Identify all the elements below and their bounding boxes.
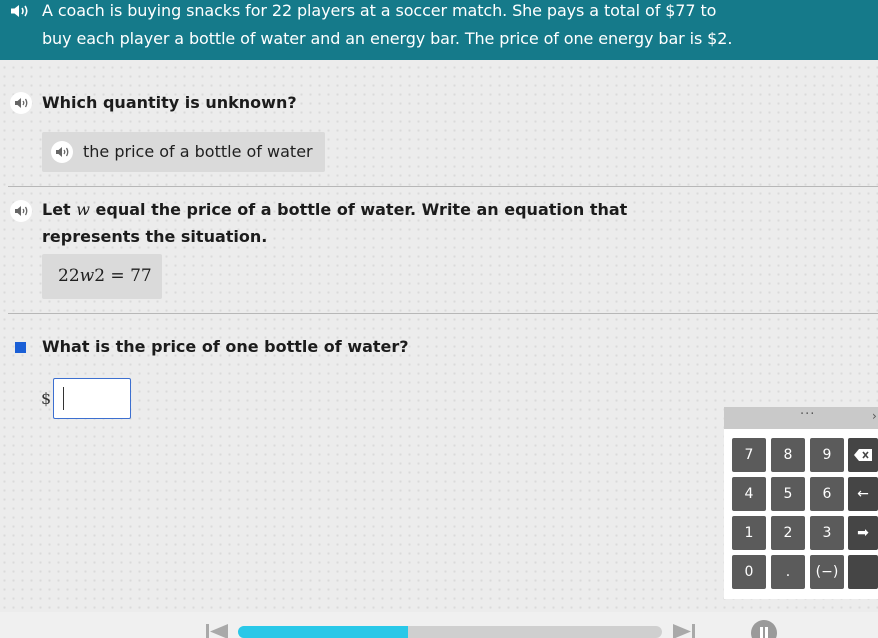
progress-bar (238, 626, 662, 638)
backspace-key[interactable] (848, 438, 878, 472)
keypad: 7 8 9 4 5 6 ← 1 2 3 ➡ 0 . (−) (724, 429, 878, 599)
skip-to-end-icon[interactable] (672, 623, 696, 638)
problem-text-line-1: A coach is buying snacks for 22 players … (42, 1, 717, 20)
key-0[interactable]: 0 (732, 555, 766, 589)
equation-equals: = (105, 266, 131, 286)
pause-icon[interactable] (751, 620, 777, 638)
equation-variable: w (79, 266, 95, 286)
key-2[interactable]: 2 (771, 516, 805, 550)
key-3[interactable]: 3 (810, 516, 844, 550)
speaker-icon[interactable] (10, 200, 32, 222)
more-icon[interactable]: ··· (800, 407, 815, 422)
variable-w: w (76, 200, 90, 219)
key-8[interactable]: 8 (771, 438, 805, 472)
chevron-right-icon[interactable]: › (872, 409, 877, 423)
skip-to-start-icon[interactable] (205, 623, 229, 638)
speaker-icon[interactable] (51, 141, 73, 163)
prompt-pre: Let (42, 200, 77, 219)
backspace-icon (854, 449, 872, 461)
question-which-unknown: Which quantity is unknown? (42, 93, 297, 112)
key-7[interactable]: 7 (732, 438, 766, 472)
key-4[interactable]: 4 (732, 477, 766, 511)
key-6[interactable]: 6 (810, 477, 844, 511)
keypad-header[interactable]: ··· › (724, 407, 878, 429)
question-write-equation: Let w equal the price of a bottle of wat… (42, 200, 627, 219)
blank-key[interactable] (848, 555, 878, 589)
key-1[interactable]: 1 (732, 516, 766, 550)
current-question-marker (15, 342, 26, 353)
selected-answer-chip: the price of a bottle of water (42, 132, 325, 172)
question-write-equation-line-2: represents the situation. (42, 227, 268, 246)
right-arrow-key[interactable]: ➡ (848, 516, 878, 550)
currency-symbol: $ (41, 389, 52, 408)
problem-text-line-2: buy each player a bottle of water and an… (42, 29, 733, 48)
answer-text: the price of a bottle of water (83, 142, 313, 161)
left-arrow-key[interactable]: ← (848, 477, 878, 511)
problem-banner: A coach is buying snacks for 22 players … (0, 0, 878, 60)
text-caret (63, 387, 64, 410)
speaker-icon[interactable] (10, 92, 32, 114)
answer-input[interactable] (53, 378, 131, 419)
key-9[interactable]: 9 (810, 438, 844, 472)
divider (8, 313, 878, 314)
right-arrow-icon: ➡ (857, 525, 869, 541)
equation-rhs: 77 (130, 266, 152, 286)
key-decimal[interactable]: . (771, 555, 805, 589)
prompt-post: equal the price of a bottle of water. Wr… (89, 200, 628, 219)
key-negative[interactable]: (−) (810, 555, 844, 589)
equation: 22w2 = 77 (58, 266, 152, 286)
divider (8, 186, 878, 187)
equation-answer-chip: 22w2 = 77 (42, 254, 162, 299)
progress-fill (238, 626, 408, 638)
equation-term: 2 (94, 266, 106, 286)
equation-coefficient: 22 (58, 266, 80, 286)
left-arrow-icon: ← (857, 486, 869, 502)
speaker-icon[interactable] (10, 4, 32, 18)
key-5[interactable]: 5 (771, 477, 805, 511)
footer-bar (0, 612, 878, 638)
question-price-of-water: What is the price of one bottle of water… (42, 337, 409, 356)
